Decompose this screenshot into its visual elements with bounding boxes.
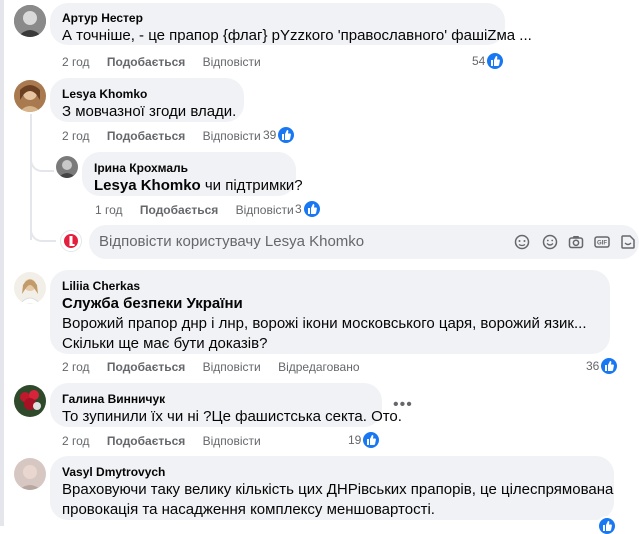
reaction-count[interactable]: 54 xyxy=(472,53,504,69)
comment-text-line: Ворожий прапор днр і лнр, ворожі ікони м… xyxy=(62,315,587,332)
emoji-icon[interactable] xyxy=(542,234,558,250)
comment-time[interactable]: 2 год xyxy=(62,55,90,69)
like-button[interactable]: Подобається xyxy=(107,55,185,69)
comment-time[interactable]: 2 год xyxy=(62,129,90,143)
avatar-sticker-icon[interactable] xyxy=(514,234,530,250)
reply-button[interactable]: Відповісти xyxy=(203,434,261,448)
comment-text: То зупинили їх чи ні ?Це фашистська сект… xyxy=(62,408,402,425)
comment-actions: 2 год Подобається Відповісти xyxy=(62,434,275,448)
edited-label[interactable]: Відредаговано xyxy=(278,360,359,374)
comment-bubble: Liliia Cherkas Служба безпеки України Во… xyxy=(50,270,610,354)
camera-icon[interactable] xyxy=(568,234,584,250)
comment-bubble: Артур Нестер А точніше, - це прапор {фла… xyxy=(50,3,532,45)
comment-author[interactable]: Lesya Khomko xyxy=(62,86,232,102)
avatar[interactable] xyxy=(14,385,46,417)
reply-input[interactable]: Відповісти користувачу Lesya Khomko GIF xyxy=(89,225,639,259)
like-icon[interactable] xyxy=(599,518,615,534)
svg-text:GIF: GIF xyxy=(597,241,607,247)
avatar[interactable] xyxy=(56,156,78,178)
like-icon xyxy=(601,358,618,374)
like-icon xyxy=(363,432,380,448)
comment-text: А точніше, - це прапор {флаг} pYzzкого '… xyxy=(62,27,532,44)
more-icon[interactable]: ••• xyxy=(393,396,413,414)
comment-bubble: Vasyl Dmytrovych Враховуючи таку велику … xyxy=(50,456,614,520)
comment-author[interactable]: Vasyl Dmytrovych xyxy=(62,464,602,480)
reaction-count-value: 39 xyxy=(263,128,277,142)
comment-actions: 2 год Подобається Відповісти xyxy=(62,129,275,143)
reply-button[interactable]: Відповісти xyxy=(203,55,261,69)
comment-author[interactable]: Ірина Крохмаль xyxy=(94,160,284,176)
comment-author[interactable]: Галина Винничук xyxy=(62,391,370,407)
comment-author[interactable]: Liliia Cherkas xyxy=(62,278,598,294)
comment-text-line: Скільки ще має бути доказів? xyxy=(62,335,268,352)
reaction-count-value: 19 xyxy=(348,433,362,447)
comment-bubble: Ірина Крохмаль Lesya Khomko чи підтримки… xyxy=(82,152,303,196)
avatar[interactable] xyxy=(14,5,46,37)
comment-text: Lesya Khomko чи підтримки? xyxy=(94,176,303,196)
gif-icon[interactable]: GIF xyxy=(594,234,610,250)
comment-time[interactable]: 2 год xyxy=(62,360,90,374)
comment-text-line: провокація та насадження комплексу меншо… xyxy=(62,501,435,518)
reply-button[interactable]: Відповісти xyxy=(203,360,261,374)
comment-time[interactable]: 1 год xyxy=(95,203,123,217)
comment-time[interactable]: 2 год xyxy=(62,434,90,448)
like-button[interactable]: Подобається xyxy=(107,129,185,143)
avatar[interactable] xyxy=(14,80,46,112)
avatar[interactable] xyxy=(14,272,46,304)
reaction-count[interactable]: 3 xyxy=(295,201,320,217)
comment-actions: 2 год Подобається Відповісти xyxy=(62,55,275,69)
like-icon xyxy=(487,53,504,69)
reply-button[interactable]: Відповісти xyxy=(203,129,261,143)
comment-text: З мовчазної згоди влади. xyxy=(62,103,237,120)
comment-text-line: Враховуючи таку велику кількість цих ДНР… xyxy=(62,481,614,498)
comment-bubble: Lesya Khomko З мовчазної згоди влади. xyxy=(50,78,244,122)
reaction-count[interactable]: 39 xyxy=(263,127,295,143)
thread-connector xyxy=(30,220,56,242)
like-button[interactable]: Подобається xyxy=(140,203,218,217)
current-user-avatar xyxy=(60,230,82,252)
reply-button[interactable]: Відповісти xyxy=(236,203,294,217)
mention-link[interactable]: Служба безпеки України xyxy=(62,294,598,314)
reaction-count-value: 3 xyxy=(295,202,302,216)
thread-connector xyxy=(30,150,54,172)
like-button[interactable]: Подобається xyxy=(107,360,185,374)
comment-author[interactable]: Артур Нестер xyxy=(62,10,493,26)
reaction-count[interactable]: 19 xyxy=(348,432,380,448)
like-button[interactable]: Подобається xyxy=(107,434,185,448)
left-edge-bar xyxy=(0,0,4,526)
like-icon xyxy=(303,201,320,217)
comment-actions: 2 год Подобається Відповісти Відредагова… xyxy=(62,360,374,374)
reaction-count[interactable]: 36 xyxy=(586,358,618,374)
sticker-icon[interactable] xyxy=(620,234,636,250)
comment-text-body: чи підтримки? xyxy=(200,177,303,194)
reaction-count-value: 36 xyxy=(586,359,600,373)
comment-actions: 1 год Подобається Відповісти xyxy=(95,203,308,217)
avatar[interactable] xyxy=(14,458,46,490)
reply-placeholder: Відповісти користувачу Lesya Khomko xyxy=(99,233,365,250)
reaction-count-value: 54 xyxy=(472,54,486,68)
like-icon xyxy=(278,127,295,143)
mention-link[interactable]: Lesya Khomko xyxy=(94,177,201,194)
comment-bubble: Галина Винничук То зупинили їх чи ні ?Це… xyxy=(50,383,402,427)
